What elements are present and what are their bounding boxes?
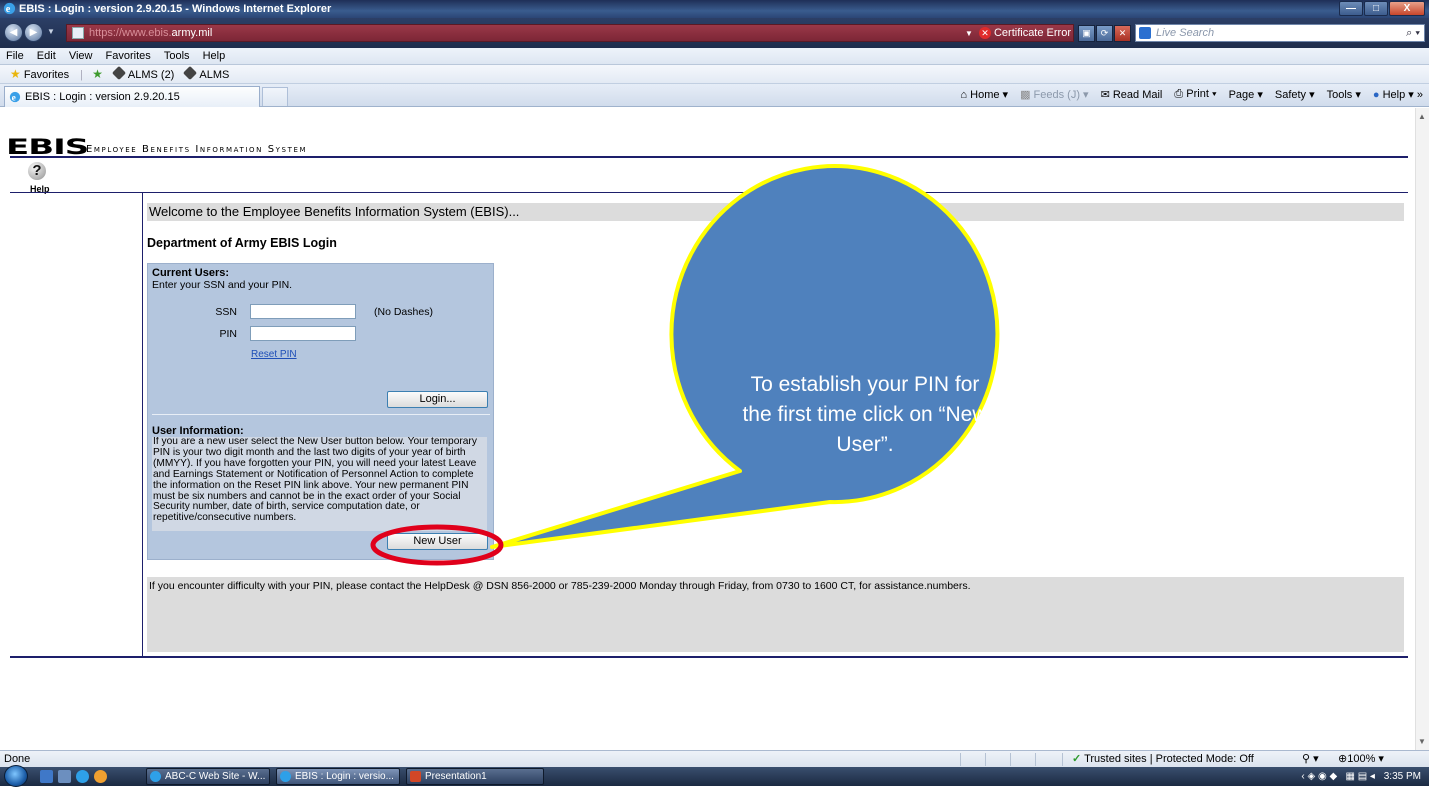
clock[interactable]: 3:35 PM <box>1384 771 1421 782</box>
status-bar: Done ✓ Trusted sites | Protected Mode: O… <box>0 750 1429 767</box>
callout-text: To establish your PIN for the first time… <box>742 373 988 456</box>
start-button[interactable] <box>4 765 28 787</box>
zoom-level[interactable]: ⊕100% ▾ <box>1338 751 1384 767</box>
zoom-icon: ⊕ <box>1338 753 1348 765</box>
callout-overlay <box>370 164 1000 566</box>
new-user-highlight-ring <box>370 524 504 566</box>
callout-bubble <box>490 164 1000 549</box>
outlook-quicklaunch-icon[interactable] <box>94 770 107 783</box>
show-desktop-icon[interactable] <box>40 770 53 783</box>
ie-icon <box>150 771 161 782</box>
switch-windows-icon[interactable] <box>58 770 71 783</box>
taskbar-button-presentation[interactable]: Presentation1 <box>406 768 544 785</box>
taskbar-button-abc-c[interactable]: ABC-C Web Site - W... <box>146 768 270 785</box>
ie-icon <box>280 771 291 782</box>
system-tray[interactable]: ‹ ◈ ◉ ◆ ▦ ▤ ◂ 3:35 PM <box>1301 767 1421 786</box>
security-zone[interactable]: ✓ Trusted sites | Protected Mode: Off <box>1072 751 1254 767</box>
tray-icons[interactable]: ‹ ◈ ◉ ◆ ▦ ▤ ◂ <box>1301 771 1375 782</box>
taskbar: ABC-C Web Site - W... EBIS : Login : ver… <box>0 765 1429 787</box>
powerpoint-icon <box>410 771 421 782</box>
protected-mode-icon[interactable]: ⚲ ▾ <box>1302 751 1319 767</box>
taskbar-button-ebis[interactable]: EBIS : Login : versio... <box>276 768 400 785</box>
ie-quicklaunch-icon[interactable] <box>76 770 89 783</box>
checkmark-icon: ✓ <box>1072 753 1082 765</box>
